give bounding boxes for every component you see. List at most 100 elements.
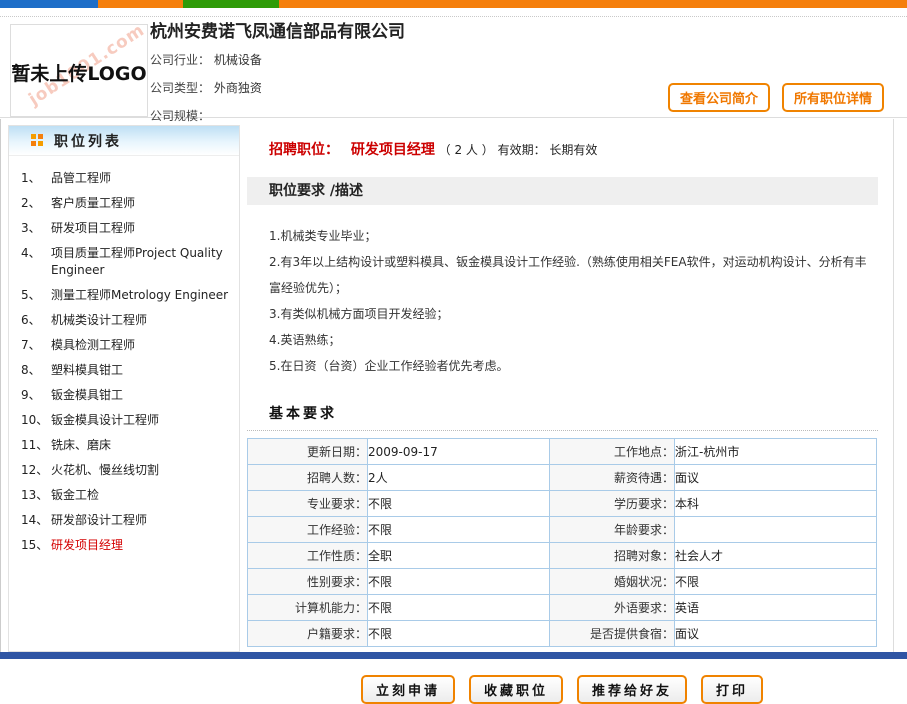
table-row: 工作经验：不限年龄要求： [248, 517, 877, 543]
job-link[interactable]: 火花机、慢丝线切割 [51, 462, 159, 479]
table-row: 工作性质：全职招聘对象：社会人才 [248, 543, 877, 569]
item-number: 9、 [21, 387, 51, 404]
sidebar-item[interactable]: 13、钣金工检 [21, 487, 233, 504]
table-row: 性别要求：不限婚姻状况：不限 [248, 569, 877, 595]
item-number: 1、 [21, 170, 51, 187]
job-title: 研发项目经理 [351, 142, 435, 158]
table-row: 更新日期：2009-09-17工作地点：浙江-杭州市 [248, 439, 877, 465]
color-segment [0, 0, 98, 8]
basic-requirements-title: 基本要求 [269, 403, 878, 423]
company-industry-value: 机械设备 [214, 53, 262, 67]
table-label: 工作地点： [550, 439, 675, 465]
sidebar-item[interactable]: 2、客户质量工程师 [21, 195, 233, 212]
table-value: 本科 [675, 491, 877, 517]
job-link[interactable]: 客户质量工程师 [51, 195, 135, 212]
sidebar-item[interactable]: 6、机械类设计工程师 [21, 312, 233, 329]
table-label: 是否提供食宿： [550, 621, 675, 647]
item-number: 13、 [21, 487, 51, 504]
item-number: 10、 [21, 412, 51, 429]
job-link[interactable]: 品管工程师 [51, 170, 111, 187]
job-link[interactable]: 机械类设计工程师 [51, 312, 147, 329]
validity-value: 长期有效 [549, 143, 597, 157]
sidebar-item[interactable]: 12、火花机、慢丝线切割 [21, 462, 233, 479]
top-color-strip [0, 0, 907, 8]
sidebar-item[interactable]: 4、项目质量工程师Project Quality Engineer [21, 245, 233, 279]
table-label: 更新日期： [248, 439, 368, 465]
table-value: 面议 [675, 621, 877, 647]
print-button[interactable]: 打印 [701, 675, 763, 704]
company-industry-label: 公司行业： [150, 53, 210, 67]
basic-requirements-body: 更新日期：2009-09-17工作地点：浙江-杭州市招聘人数：2人薪资待遇： 面议… [248, 439, 877, 647]
table-value: 社会人才 [675, 543, 877, 569]
job-link[interactable]: 模具检测工程师 [51, 337, 135, 354]
table-value: 不限 [368, 595, 550, 621]
table-label: 薪资待遇： [550, 465, 675, 491]
all-jobs-button[interactable]: 所有职位详情 [782, 83, 884, 112]
item-number: 4、 [21, 245, 51, 279]
job-link[interactable]: 测量工程师Metrology Engineer [51, 287, 228, 304]
job-link[interactable]: 研发部设计工程师 [51, 512, 147, 529]
requirement-line: 2.有3年以上结构设计或塑料模具、钣金模具设计工作经验.（熟练使用相关FEA软件… [269, 249, 878, 301]
job-link[interactable]: 塑料模具钳工 [51, 362, 123, 379]
table-label: 年龄要求： [550, 517, 675, 543]
company-logo-placeholder: job1001.com 暂未上传LOGO [10, 24, 148, 117]
company-industry: 公司行业： 机械设备 [150, 51, 405, 68]
sidebar-item[interactable]: 3、研发项目工程师 [21, 220, 233, 237]
content-area: 职位列表 1、品管工程师2、客户质量工程师3、研发项目工程师4、项目质量工程师P… [0, 119, 894, 652]
item-number: 7、 [21, 337, 51, 354]
table-label: 招聘对象： [550, 543, 675, 569]
company-header: job1001.com 暂未上传LOGO 杭州安费诺飞凤通信部品有限公司 公司行… [0, 17, 907, 118]
table-label: 招聘人数： [248, 465, 368, 491]
table-label: 性别要求： [248, 569, 368, 595]
job-link[interactable]: 钣金模具钳工 [51, 387, 123, 404]
job-link[interactable]: 铣床、磨床 [51, 437, 111, 454]
table-value: 2人 [368, 465, 550, 491]
company-profile-button[interactable]: 查看公司简介 [668, 83, 770, 112]
table-label: 外语要求： [550, 595, 675, 621]
table-value: 不限 [368, 517, 550, 543]
table-value: 不限 [368, 491, 550, 517]
job-detail-panel: 招聘职位： 研发项目经理 （ 2 人 ） 有效期： 长期有效 职位要求 /描述 … [247, 125, 893, 652]
favorite-button[interactable]: 收藏职位 [469, 675, 563, 704]
sidebar-item[interactable]: 7、模具检测工程师 [21, 337, 233, 354]
item-number: 3、 [21, 220, 51, 237]
logo-placeholder-text: 暂未上传LOGO [11, 59, 147, 86]
sidebar-item[interactable]: 8、塑料模具钳工 [21, 362, 233, 379]
sidebar-item[interactable]: 14、研发部设计工程师 [21, 512, 233, 529]
job-link[interactable]: 钣金工检 [51, 487, 99, 504]
color-segment [183, 0, 279, 8]
requirements-list: 1.机械类专业毕业；2.有3年以上结构设计或塑料模具、钣金模具设计工作经验.（熟… [269, 223, 878, 379]
sidebar-item[interactable]: 11、铣床、磨床 [21, 437, 233, 454]
apply-button[interactable]: 立刻申请 [361, 675, 455, 704]
table-row: 专业要求：不限学历要求：本科 [248, 491, 877, 517]
company-type-label: 公司类型： [150, 81, 210, 95]
dotted-divider [247, 430, 878, 431]
sidebar-item[interactable]: 9、钣金模具钳工 [21, 387, 233, 404]
action-buttons: 立刻申请收藏职位推荐给好友打印 [247, 675, 877, 704]
job-link[interactable]: 项目质量工程师Project Quality Engineer [51, 245, 233, 279]
footer-strip [0, 652, 907, 659]
table-value: 不限 [368, 569, 550, 595]
table-value: 英语 [675, 595, 877, 621]
table-value [675, 517, 877, 543]
sidebar-item[interactable]: 15、研发项目经理 [21, 537, 233, 554]
table-label: 婚姻状况： [550, 569, 675, 595]
table-row: 户籍要求：不限是否提供食宿：面议 [248, 621, 877, 647]
table-label: 工作经验： [248, 517, 368, 543]
table-value: 不限 [368, 621, 550, 647]
sidebar-item[interactable]: 10、钣金模具设计工程师 [21, 412, 233, 429]
table-label: 工作性质： [248, 543, 368, 569]
sidebar-item[interactable]: 1、品管工程师 [21, 170, 233, 187]
job-list: 1、品管工程师2、客户质量工程师3、研发项目工程师4、项目质量工程师Projec… [9, 156, 239, 554]
recommend-button[interactable]: 推荐给好友 [577, 675, 687, 704]
requirement-line: 4.英语熟练； [269, 327, 878, 353]
table-value: 浙江-杭州市 [675, 439, 877, 465]
sidebar-item[interactable]: 5、测量工程师Metrology Engineer [21, 287, 233, 304]
color-segment [98, 0, 183, 8]
job-link[interactable]: 钣金模具设计工程师 [51, 412, 159, 429]
item-number: 15、 [21, 537, 51, 554]
requirement-line: 1.机械类专业毕业； [269, 223, 878, 249]
item-number: 11、 [21, 437, 51, 454]
job-link[interactable]: 研发项目工程师 [51, 220, 135, 237]
job-link[interactable]: 研发项目经理 [51, 537, 123, 554]
